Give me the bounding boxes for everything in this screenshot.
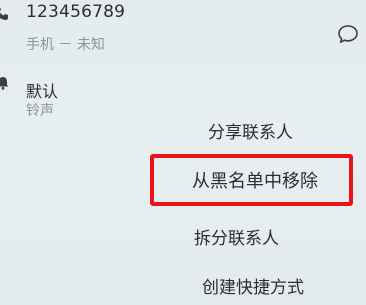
menu-item-create-shortcut[interactable]: 创建快捷方式 [150, 265, 356, 305]
message-icon[interactable] [337, 23, 359, 45]
ringtone-value[interactable]: 默认 [26, 78, 58, 102]
ringtone-label: 铃声 [26, 103, 54, 119]
phone-number[interactable]: 123456789 [26, 2, 125, 22]
menu-item-split-contact[interactable]: 拆分联系人 [150, 216, 356, 256]
contact-detail-screen: 123456789 手机 － 未知 默认 铃声 分享联系人 从黑名单中移除 拆分… [0, 0, 366, 298]
menu-item-label: 从黑名单中移除 [192, 171, 318, 192]
menu-item-label: 创建快捷方式 [202, 278, 304, 298]
menu-item-share-contact[interactable]: 分享联系人 [150, 110, 356, 150]
phone-type-label: 手机 － 未知 [26, 37, 105, 53]
bell-icon [0, 77, 9, 90]
phone-icon [0, 7, 8, 20]
menu-item-label: 分享联系人 [208, 123, 293, 143]
menu-item-remove-from-blacklist[interactable]: 从黑名单中移除 [150, 158, 356, 198]
menu-item-label: 拆分联系人 [194, 229, 279, 249]
